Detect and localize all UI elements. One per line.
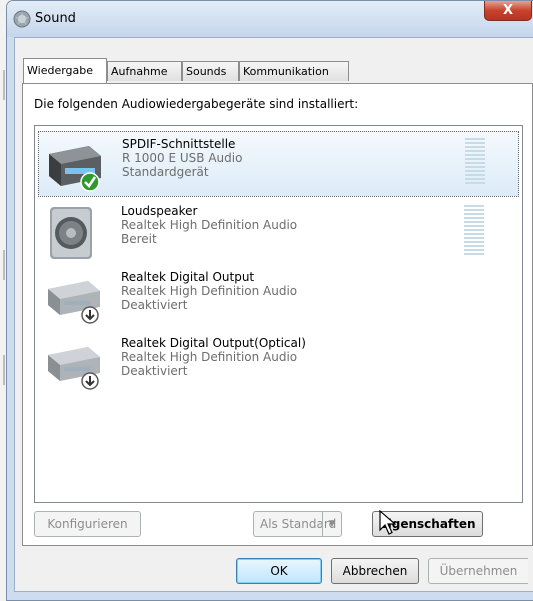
apply-button[interactable]: Übernehmen [428,558,528,584]
playback-panel: Die folgenden Audiowiedergabegeräte sind… [22,83,533,546]
cancel-button[interactable]: Abbrechen [331,558,419,584]
sound-app-icon [13,10,31,28]
configure-button[interactable]: Konfigurieren [34,511,141,537]
digital-output-icon [48,281,100,324]
device-driver: Realtek High Definition Audio [121,218,298,232]
device-name: Loudspeaker [121,204,198,218]
device-item-digital-output-optical[interactable]: Realtek Digital Output(Optical) Realtek … [38,331,519,397]
edge-mark [3,250,5,280]
device-status: Bereit [121,232,157,246]
ok-button[interactable]: OK [236,558,322,584]
device-list[interactable]: SPDIF-Schnittstelle R 1000 E USB Audio S… [34,125,523,503]
device-name: Realtek Digital Output [121,270,255,284]
edge-mark [3,355,5,385]
device-item-spdif[interactable]: SPDIF-Schnittstelle R 1000 E USB Audio S… [38,131,519,197]
tab-sounds[interactable]: Sounds [182,61,239,81]
device-driver: Realtek High Definition Audio [121,284,298,298]
speaker-icon [50,207,92,259]
chevron-down-icon[interactable]: ▼ [322,512,341,536]
window-title: Sound [35,11,76,26]
volume-meter [465,138,485,186]
device-status: Deaktiviert [121,298,188,312]
digital-output-icon [48,347,100,390]
device-name: SPDIF-Schnittstelle [122,137,236,151]
edge-mark [3,70,5,100]
close-button[interactable]: X [484,1,532,21]
tab-wiedergabe[interactable]: Wiedergabe [23,58,107,83]
device-name: Realtek Digital Output(Optical) [121,336,306,350]
volume-meter [464,205,484,257]
spdif-device-icon [49,146,101,192]
set-default-button[interactable]: Als Standard ▼ [253,511,342,537]
device-driver: Realtek High Definition Audio [121,350,298,364]
default-check-icon [80,172,100,192]
title-bar[interactable]: Sound X [7,1,533,37]
device-driver: R 1000 E USB Audio [122,151,243,165]
device-item-loudspeaker[interactable]: Loudspeaker Realtek High Definition Audi… [38,199,519,265]
device-status: Deaktiviert [121,364,188,378]
dialog-client-area: Wiedergabe Aufnahme Sounds Kommunikation… [14,37,533,592]
device-item-digital-output[interactable]: Realtek Digital Output Realtek High Defi… [38,265,519,331]
tab-kommunikation[interactable]: Kommunikation [239,61,349,81]
mouse-cursor-icon [379,510,397,535]
panel-description: Die folgenden Audiowiedergabegeräte sind… [34,97,359,111]
tab-aufnahme[interactable]: Aufnahme [107,61,182,81]
device-status: Standardgerät [122,165,209,179]
sound-dialog: Sound X Wiedergabe Aufnahme Sounds Kommu… [6,0,533,601]
